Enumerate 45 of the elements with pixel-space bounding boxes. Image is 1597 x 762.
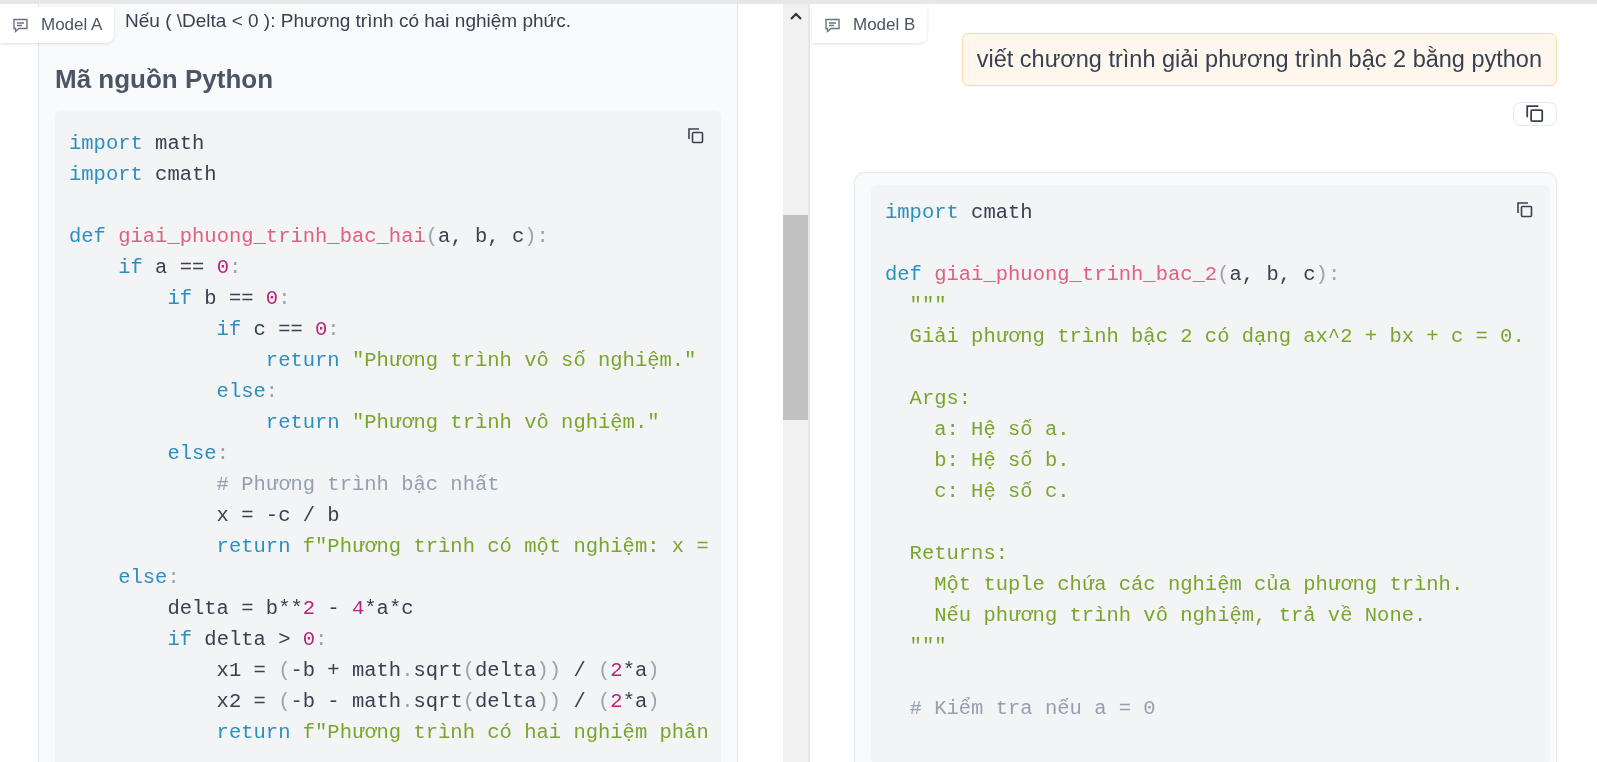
code-line: Nếu phương trình vô nghiệm, trả về None. — [933, 603, 1427, 629]
code-line: return f"Phương trình có hai nghiệm phân — [215, 720, 709, 746]
model-name: Model A — [41, 15, 103, 35]
code-line: b: Hệ số b. — [933, 448, 1070, 474]
code-line: x1 = (-b + math.sqrt(delta)) / (2*a) — [215, 658, 660, 684]
code-line: c: Hệ số c. — [933, 479, 1070, 505]
code-line: Args: — [908, 386, 972, 412]
code-line: else: — [117, 565, 180, 591]
code-line: import cmath — [69, 162, 217, 188]
code-line: x = -c / b — [215, 503, 340, 529]
code-line: """ — [908, 293, 947, 319]
chat-icon — [824, 17, 841, 33]
scrollbar-thumb[interactable] — [783, 215, 808, 420]
code-line: return "Phương trình vô nghiệm." — [264, 410, 660, 436]
copy-icon[interactable] — [1525, 104, 1545, 124]
paragraph-text: Nếu ( \Delta < 0 ): Phương trình có hai nghiệm phức. — [125, 9, 573, 33]
code-line: Returns: — [908, 541, 1009, 567]
code-line: return "Phương trình vô số nghiệm." — [264, 348, 697, 374]
code-line: import math — [69, 131, 205, 157]
copy-icon[interactable] — [687, 127, 705, 145]
code-line: a: Hệ số a. — [933, 417, 1070, 443]
code-line: Một tuple chứa các nghiệm của phương trình. — [933, 572, 1464, 598]
code-line: if a == 0: — [117, 255, 242, 281]
code-line: # Kiểm tra nếu a = 0 — [908, 696, 1156, 722]
code-line: def giai_phuong_trinh_bac_2(a, b, c): — [885, 262, 1341, 288]
chat-icon — [12, 17, 29, 33]
code-line: def giai_phuong_trinh_bac_hai(a, b, c): — [69, 224, 549, 250]
copy-button[interactable] — [1513, 102, 1557, 126]
code-line: else: — [215, 379, 279, 405]
section-heading: Mã nguồn Python — [55, 64, 275, 95]
code-line: import cmath — [885, 200, 1033, 226]
code-line: if delta > 0: — [166, 627, 328, 653]
user-message: viết chương trình giải phương trình bậc 2 bằng python — [961, 33, 1557, 86]
code-line: x2 = (-b - math.sqrt(delta)) / (2*a) — [215, 689, 660, 715]
model-name: Model B — [853, 15, 916, 35]
code-line: Giải phương trình bậc 2 có dạng ax^2 + bx + c = 0. — [908, 324, 1525, 350]
scroll-up-icon[interactable] — [788, 11, 803, 21]
code-line: if c == 0: — [215, 317, 340, 343]
code-line: return f"Phương trình có một nghiệm: x = — [215, 534, 709, 560]
code-line: delta = b**2 - 4*a*c — [166, 596, 414, 622]
code-line: if b == 0: — [166, 286, 291, 312]
code-line: else: — [166, 441, 229, 467]
code-line: # Phương trình bậc nhất — [215, 472, 500, 498]
code-line: """ — [908, 634, 947, 660]
copy-icon[interactable] — [1516, 201, 1534, 219]
